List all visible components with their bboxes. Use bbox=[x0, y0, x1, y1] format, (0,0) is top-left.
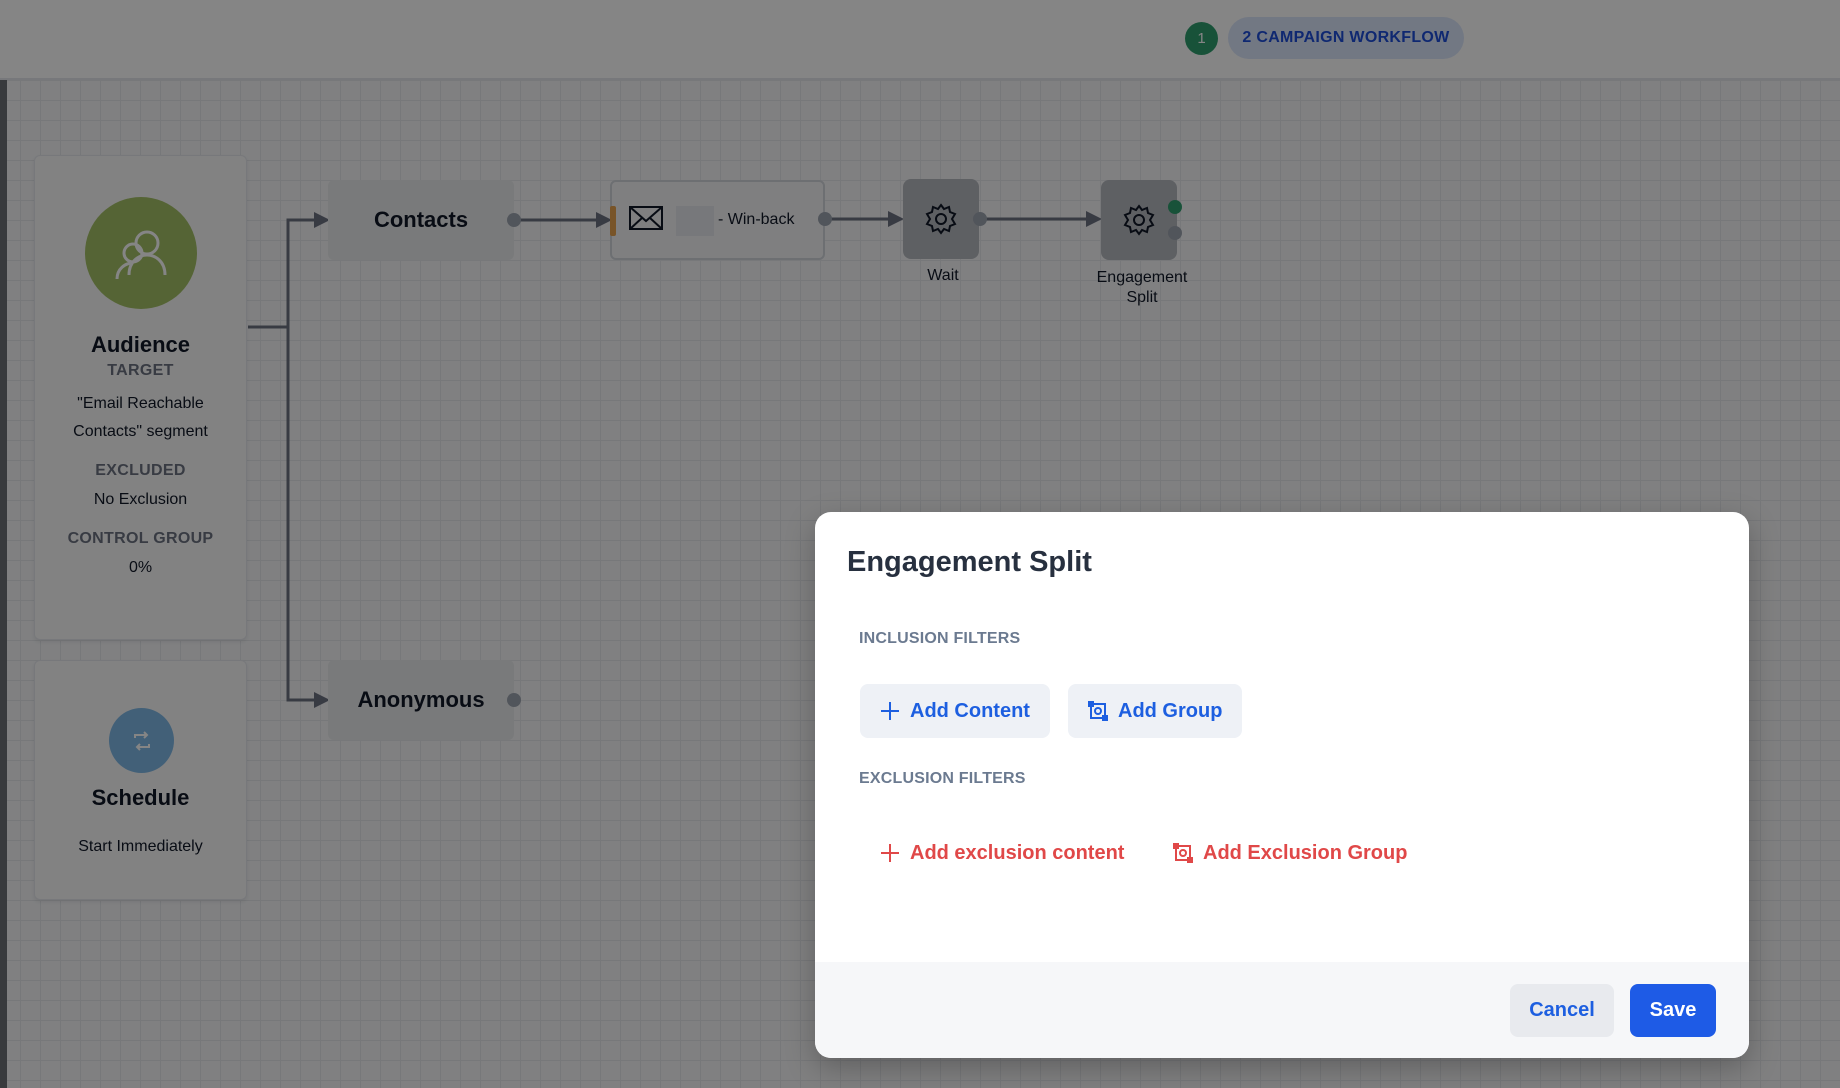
add-content-button[interactable]: Add Content bbox=[860, 684, 1050, 738]
group-icon bbox=[1173, 843, 1193, 863]
modal-footer: Cancel Save bbox=[815, 962, 1749, 1058]
cancel-button[interactable]: Cancel bbox=[1510, 984, 1614, 1037]
add-exclusion-group-label: Add Exclusion Group bbox=[1203, 841, 1408, 864]
add-group-label: Add Group bbox=[1118, 699, 1223, 722]
add-exclusion-content-label: Add exclusion content bbox=[910, 841, 1125, 864]
group-icon bbox=[1088, 701, 1108, 721]
engagement-split-modal: Engagement Split INCLUSION FILTERS Add C… bbox=[815, 512, 1749, 1058]
modal-title: Engagement Split bbox=[847, 546, 1092, 578]
add-group-button[interactable]: Add Group bbox=[1068, 684, 1243, 738]
add-exclusion-content-button[interactable]: Add exclusion content bbox=[860, 826, 1144, 880]
plus-icon bbox=[881, 844, 899, 862]
save-button[interactable]: Save bbox=[1630, 984, 1716, 1037]
inclusion-filters-label: INCLUSION FILTERS bbox=[859, 630, 1021, 647]
exclusion-filters-label: EXCLUSION FILTERS bbox=[859, 770, 1026, 787]
add-exclusion-group-button[interactable]: Add Exclusion Group bbox=[1153, 826, 1427, 880]
plus-icon bbox=[881, 702, 899, 720]
add-content-label: Add Content bbox=[910, 699, 1030, 722]
